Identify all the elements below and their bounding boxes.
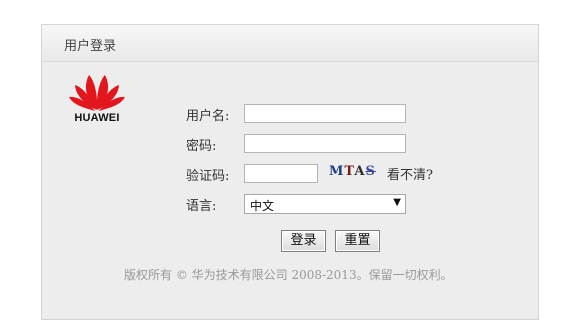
captcha-char: A [354,164,366,179]
chevron-down-icon: ▼ [393,197,401,208]
captcha-label: 验证码: [186,169,230,184]
captcha-char: T [344,164,355,179]
username-input[interactable] [244,104,406,123]
captcha-input[interactable] [244,164,318,183]
language-select[interactable]: 中文 ▼ [244,194,406,214]
login-panel: 用户登录 HUAWEI 用户名: 密码: 验证码: MTAS 看不清? 语言: … [41,24,539,320]
password-input[interactable] [244,134,406,153]
captcha-image[interactable]: MTAS [329,164,379,180]
copyright-text: 版权所有 © 华为技术有限公司 2008-2013。保留一切权利。 [124,268,453,282]
huawei-logo: HUAWEI [68,72,126,128]
captcha-char: M [329,164,345,179]
language-selected-value: 中文 [250,199,275,213]
password-label: 密码: [186,139,217,154]
captcha-char: S [365,164,376,179]
login-button[interactable]: 登录 [281,230,326,252]
logo-text: HUAWEI [74,112,120,124]
username-label: 用户名: [186,109,230,124]
panel-header: 用户登录 [42,25,538,62]
reset-button[interactable]: 重置 [335,230,380,252]
panel-title: 用户登录 [64,39,117,54]
captcha-refresh-link[interactable]: 看不清? [387,164,433,183]
huawei-flower-icon [69,75,125,111]
language-label: 语言: [186,199,217,214]
